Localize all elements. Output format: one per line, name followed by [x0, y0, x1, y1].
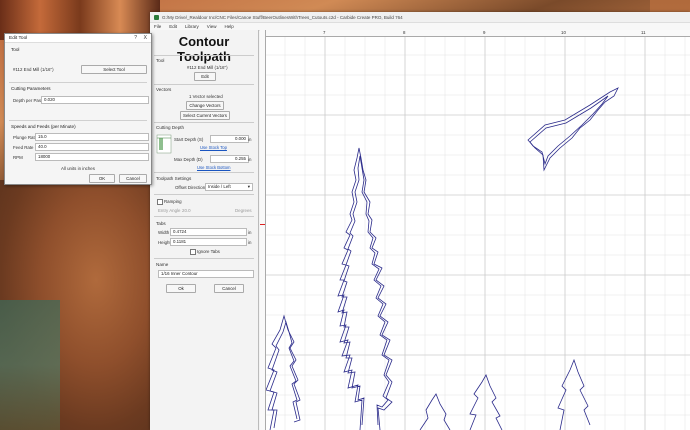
- toolpath-name-input[interactable]: 1/16 Inner Contour: [158, 270, 254, 278]
- tree-right-outline: [557, 358, 591, 430]
- dialog-tool-name: #112 End Mill (1/16"): [13, 67, 54, 72]
- divider: [154, 122, 254, 123]
- tab-height-input[interactable]: 0.1181: [170, 238, 247, 246]
- plunge-rate-input[interactable]: 15.0: [35, 133, 149, 141]
- max-depth-label: Max Depth (D): [174, 157, 203, 162]
- plunge-rate-label: Plunge Rate: [13, 135, 38, 140]
- dialog-ok-button[interactable]: OK: [89, 174, 115, 183]
- offset-direction-select[interactable]: Inside / Left ▾: [205, 183, 253, 191]
- dialog-title: Edit Tool: [5, 34, 151, 43]
- feed-rate-input[interactable]: 40.0: [35, 143, 149, 151]
- chevron-down-icon: ▾: [247, 184, 250, 189]
- divider: [154, 216, 254, 217]
- select-tool-button[interactable]: Select Tool: [81, 65, 147, 74]
- help-icon[interactable]: ?: [134, 35, 137, 41]
- divider: [154, 194, 254, 195]
- ramping-checkbox[interactable]: [157, 199, 163, 205]
- menu-edit[interactable]: Edit: [169, 24, 177, 29]
- cancel-button[interactable]: Cancel: [214, 284, 244, 293]
- title-bar: G:/My Drive/_Realdoor Inc/CNC Files/Cano…: [150, 12, 690, 23]
- max-depth-input[interactable]: 0.255: [210, 155, 249, 163]
- change-vectors-button[interactable]: Change Vectors: [186, 101, 224, 110]
- depth-per-pass-input[interactable]: 0.020: [41, 96, 149, 104]
- ignore-tabs-checkbox[interactable]: [190, 249, 196, 255]
- use-stock-bottom-link[interactable]: Use Stock Bottom: [197, 165, 231, 170]
- tab-height-unit: in: [248, 240, 252, 245]
- ruler-label: 7: [323, 30, 326, 35]
- max-depth-unit: in: [248, 157, 252, 162]
- ruler-marker: [260, 224, 265, 225]
- tab-width-label: Width: [158, 230, 170, 235]
- entry-angle-label: Entry Angle: [158, 208, 181, 213]
- vectors-selected: 1 Vector selected: [189, 94, 223, 99]
- ruler-top: 7 8 9 10 11: [260, 30, 690, 37]
- divider: [9, 82, 147, 83]
- tree-center-outline: [337, 147, 393, 430]
- entry-angle-value: 20.0: [182, 208, 191, 213]
- tool-name: #112 End Mill (1/16"): [187, 65, 228, 70]
- feed-rate-label: Feed Rate: [13, 145, 34, 150]
- contour-toolpath-panel: Contour Toolpath Tool #112 End Mill (1/1…: [150, 30, 259, 430]
- dialog-cancel-button[interactable]: Cancel: [119, 174, 147, 183]
- vectors-header: Vectors: [156, 87, 172, 92]
- divider: [154, 84, 254, 85]
- divider: [154, 55, 254, 56]
- cutting-depth-header: Cutting Depth: [156, 125, 185, 130]
- entry-angle-unit: Degrees: [235, 208, 252, 213]
- edit-tool-button[interactable]: Edit: [194, 72, 216, 81]
- name-header: Name: [156, 262, 169, 267]
- tool-header: Tool: [156, 58, 165, 63]
- canyon-river: [0, 300, 60, 430]
- divider: [9, 120, 147, 121]
- tab-width-unit: in: [248, 230, 252, 235]
- cutting-params-header: Cutting Parameters: [11, 86, 51, 91]
- menu-view[interactable]: View: [207, 24, 217, 29]
- app-logo-icon: [154, 14, 159, 20]
- tab-width-input[interactable]: 0.4724: [170, 228, 247, 236]
- toolpath-settings-header: Toolpath Settings: [156, 176, 192, 181]
- ruler-label: 11: [641, 30, 646, 35]
- offset-direction-value: Inside / Left: [208, 184, 231, 189]
- edit-tool-dialog: Edit Tool ? X Tool #112 End Mill (1/16")…: [4, 33, 152, 185]
- tree-left-outline: [265, 314, 301, 430]
- close-icon[interactable]: X: [144, 35, 147, 41]
- menu-library[interactable]: Library: [185, 24, 199, 29]
- design-canvas[interactable]: 7 8 9 10 11: [260, 30, 690, 430]
- window-title: G:/My Drive/_Realdoor Inc/CNC Files/Cano…: [162, 14, 403, 20]
- depth-diagram-icon: [156, 134, 172, 154]
- ruler-left: [260, 30, 266, 430]
- menu-file[interactable]: File: [154, 24, 161, 29]
- ignore-tabs-label: Ignore Tabs: [197, 249, 220, 254]
- vector-paths[interactable]: [260, 30, 690, 430]
- tabs-header: Tabs: [156, 221, 166, 226]
- divider: [154, 172, 254, 173]
- rpm-label: RPM: [13, 155, 23, 160]
- ruler-label: 10: [561, 30, 566, 35]
- depth-per-pass-label: Depth per Pass: [13, 98, 44, 103]
- rpm-input[interactable]: 18000: [35, 153, 149, 161]
- ruler-label: 8: [403, 30, 406, 35]
- start-depth-unit: in: [248, 137, 252, 142]
- offset-direction-label: Offset Direction: [175, 185, 206, 190]
- ramping-label: Ramping: [164, 199, 182, 204]
- ok-button[interactable]: Ok: [166, 284, 196, 293]
- ruler-label: 9: [483, 30, 486, 35]
- start-depth-label: Start Depth (S): [174, 137, 204, 142]
- menu-help[interactable]: Help: [224, 24, 233, 29]
- start-depth-input[interactable]: 0.000: [210, 135, 249, 143]
- dialog-tool-header: Tool: [11, 47, 20, 52]
- select-current-vectors-button[interactable]: Select Current Vectors: [180, 111, 230, 120]
- carbide-create-window: G:/My Drive/_Realdoor Inc/CNC Files/Cano…: [150, 12, 690, 430]
- use-stock-top-link[interactable]: Use Stock Top: [200, 145, 227, 150]
- divider: [154, 258, 254, 259]
- tab-height-label: Height: [158, 240, 171, 245]
- speeds-feeds-header: Speeds and Feeds (per Minute): [11, 124, 76, 129]
- units-note: All units in inches: [61, 166, 95, 171]
